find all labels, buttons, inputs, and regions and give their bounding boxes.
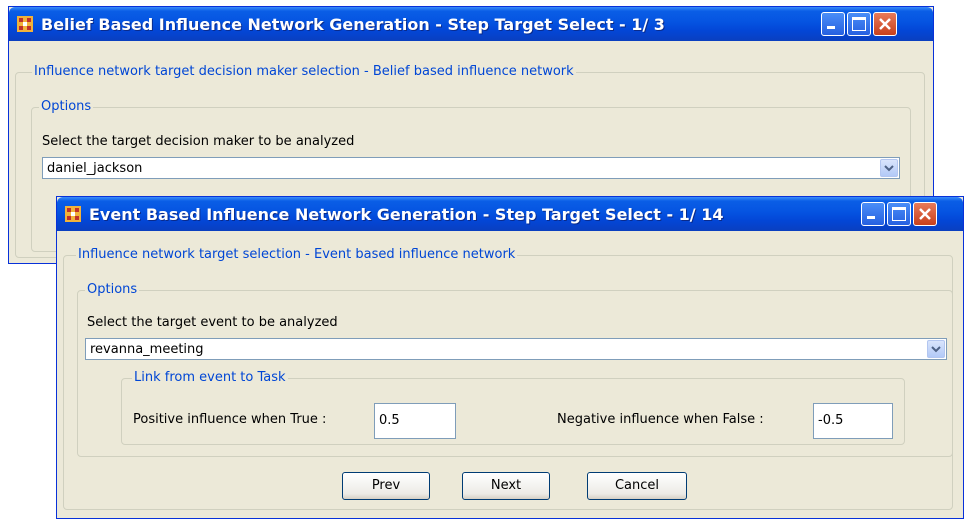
window-title: Belief Based Influence Network Generatio… (41, 15, 665, 34)
negative-influence-input[interactable]: -0.5 (813, 403, 893, 439)
dropdown-arrow-icon[interactable] (927, 340, 945, 358)
cancel-button[interactable]: Cancel (587, 472, 687, 500)
dropdown-arrow-icon[interactable] (880, 159, 898, 177)
target-select[interactable]: daniel_jackson (42, 157, 900, 179)
negative-influence-value: -0.5 (818, 413, 844, 428)
options-label: Options (39, 99, 94, 114)
title-bar[interactable]: Event Based Influence Network Generation… (57, 197, 963, 231)
minimize-icon (867, 216, 875, 219)
title-bar[interactable]: Belief Based Influence Network Generatio… (9, 7, 933, 41)
event-window: Event Based Influence Network Generation… (56, 196, 964, 519)
negative-influence-label: Negative influence when False : (557, 412, 764, 427)
close-button[interactable] (913, 202, 937, 226)
positive-influence-input[interactable]: 0.5 (374, 403, 456, 439)
maximize-button[interactable] (887, 202, 911, 226)
outer-group-label: Influence network target decision maker … (32, 64, 576, 79)
close-icon (919, 208, 931, 220)
maximize-icon (852, 17, 866, 31)
next-button[interactable]: Next (462, 472, 550, 500)
target-select-value: daniel_jackson (47, 161, 143, 176)
app-icon (17, 16, 33, 32)
outer-group-label: Influence network target selection - Eve… (76, 247, 518, 262)
link-group-label: Link from event to Task (132, 370, 288, 385)
event-select-value: revanna_meeting (90, 342, 204, 357)
options-label: Options (85, 282, 140, 297)
positive-influence-value: 0.5 (379, 413, 400, 428)
target-prompt: Select the target decision maker to be a… (42, 134, 355, 149)
minimize-button[interactable] (861, 202, 885, 226)
target-prompt: Select the target event to be analyzed (87, 315, 338, 330)
minimize-icon (827, 26, 835, 29)
app-icon (65, 206, 81, 222)
prev-button[interactable]: Prev (342, 472, 430, 500)
positive-influence-label: Positive influence when True : (133, 412, 327, 427)
maximize-button[interactable] (847, 12, 871, 36)
minimize-button[interactable] (821, 12, 845, 36)
close-icon (879, 18, 891, 30)
close-button[interactable] (873, 12, 897, 36)
event-select[interactable]: revanna_meeting (85, 338, 947, 360)
maximize-icon (892, 207, 906, 221)
window-title: Event Based Influence Network Generation… (89, 205, 724, 224)
